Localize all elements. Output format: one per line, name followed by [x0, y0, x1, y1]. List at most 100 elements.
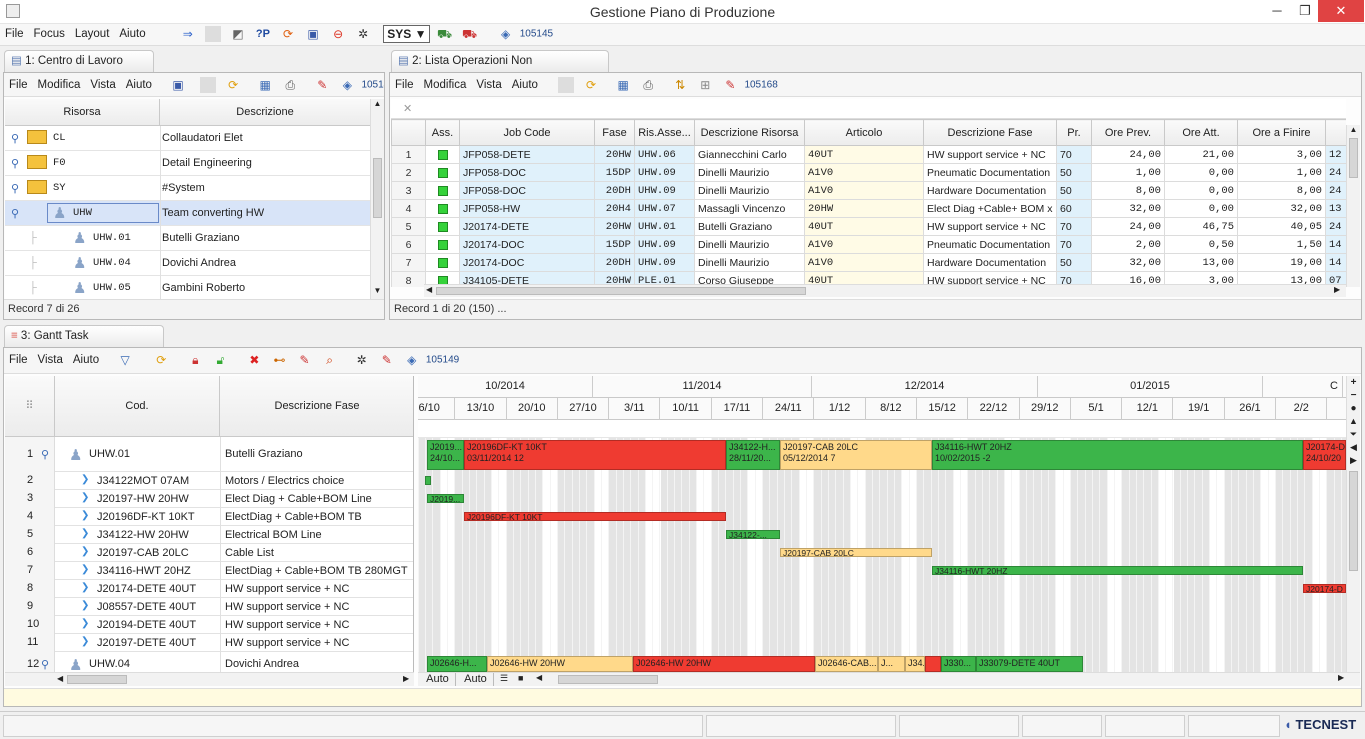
column-descrizione[interactable]: Descrizione: [160, 99, 370, 126]
gantt-summary-bar[interactable]: J20174-D 24/10/20: [1303, 440, 1346, 470]
zoom-in-icon[interactable]: +: [1347, 376, 1360, 389]
menu-file[interactable]: File: [0, 24, 29, 44]
print-icon[interactable]: ⎙: [282, 77, 298, 93]
scroll-thumb[interactable]: [436, 287, 806, 295]
tree-expand-icon[interactable]: ⚲: [41, 448, 49, 461]
menu-focus[interactable]: Focus: [29, 24, 70, 44]
p1-menu-modifica[interactable]: Modifica: [33, 73, 86, 96]
tree-expand-icon[interactable]: ⚲: [11, 132, 19, 145]
gantt-task-bar[interactable]: J20197-CAB 20LC: [780, 548, 932, 557]
p3-menu-aiuto[interactable]: Aiuto: [68, 348, 104, 372]
filter-icon[interactable]: ⏷: [1347, 428, 1360, 441]
column-header[interactable]: Ore Prev.: [1091, 119, 1165, 146]
scroll-right-icon[interactable]: ▶: [1338, 673, 1344, 682]
assigned-cell[interactable]: [425, 253, 460, 272]
tab-centro-di-lavoro[interactable]: ▤ 1: Centro di Lavoro: [4, 50, 154, 72]
column-header[interactable]: D: [1325, 119, 1346, 146]
stop-icon[interactable]: ⊖: [330, 26, 346, 42]
gantt-task-bar[interactable]: J...: [878, 656, 905, 672]
table-row[interactable]: 6 J20174-DOC 15DP UHW.09 Dinelli Maurizio A1V…: [391, 235, 1346, 254]
scroll-down-icon[interactable]: ▼: [371, 286, 384, 295]
truck-remove-icon[interactable]: ⛟: [462, 26, 478, 42]
gantt-summary-bar[interactable]: J34116-HWT 20HZ 10/02/2015 -2: [932, 440, 1303, 470]
tree-expand-icon[interactable]: ⚲: [41, 658, 49, 671]
scroll-up-icon[interactable]: ▲: [371, 99, 384, 108]
filter-icon[interactable]: ▽: [117, 352, 133, 368]
assigned-cell[interactable]: [425, 145, 460, 164]
up-icon[interactable]: ▲: [1347, 415, 1360, 428]
column-risorsa[interactable]: Risorsa: [5, 99, 160, 126]
tree-row[interactable]: ⚲ F0 Detail Engineering: [5, 151, 370, 176]
refresh-icon[interactable]: ⟳: [280, 26, 296, 42]
assigned-cell[interactable]: [425, 199, 460, 218]
column-header[interactable]: Ris.Asse...: [634, 119, 695, 146]
navigate-icon[interactable]: ⇒: [180, 26, 196, 42]
scroll-right-icon[interactable]: ▶: [1334, 285, 1340, 294]
gantt-grid-hscroll[interactable]: ◀ ▶: [5, 672, 414, 686]
gantt-task-bar[interactable]: J20196DF-KT 10KT: [464, 512, 726, 521]
table-row[interactable]: 3 JFP058-DOC 20DH UHW.09 Dinelli Maurizio A1V…: [391, 181, 1346, 200]
p3-menu-vista[interactable]: Vista: [33, 348, 68, 372]
gantt-task-bar[interactable]: J20174-D: [1303, 584, 1346, 593]
scroll-thumb[interactable]: [1349, 138, 1358, 178]
tab-lista-operazioni[interactable]: ▤ 2: Lista Operazioni Non Sequenziate: [391, 50, 609, 87]
assign-icon[interactable]: ✎: [297, 352, 313, 368]
column-header[interactable]: Descrizione Fase: [923, 119, 1057, 146]
delete-icon[interactable]: ✖: [246, 352, 262, 368]
gantt-task-row[interactable]: 10 ❯ J20194-DETE 40UT HW support service + …: [5, 616, 413, 634]
column-header[interactable]: Ore a Finire: [1237, 119, 1326, 146]
scroll-left-icon[interactable]: ◀: [57, 674, 63, 683]
tree-icon[interactable]: ⊞: [697, 77, 713, 93]
maximize-button[interactable]: ❐: [1290, 0, 1320, 22]
tree-row[interactable]: ⚲ ♟ UHW Team converting HW: [5, 201, 370, 226]
gantt-task-bar[interactable]: J34122-...: [726, 530, 780, 539]
panel2-horizontal-scrollbar[interactable]: ◀ ▶: [424, 284, 1346, 297]
gantt-summary-bar[interactable]: J20197-CAB 20LC 05/12/2014 7: [780, 440, 932, 470]
tree-row[interactable]: ├ ♟ UHW.04 Dovichi Andrea: [5, 251, 370, 276]
table-row[interactable]: 1 JFP058-DETE 20HW UHW.06 Giannecchini Carlo…: [391, 145, 1346, 164]
scroll-thumb[interactable]: [67, 675, 127, 684]
unlock-icon[interactable]: 🔓︎: [212, 352, 228, 368]
tree-row[interactable]: ⚲ CL Collaudatori Elet: [5, 126, 370, 151]
edit-icon[interactable]: ✎: [314, 77, 330, 93]
gear-icon[interactable]: ✲: [355, 26, 371, 42]
tree-expand-icon[interactable]: ⚲: [11, 157, 19, 170]
gantt-task-row[interactable]: 3 ❯ J20197-HW 20HW Elect Diag + Cable+BOM L…: [5, 490, 413, 508]
scroll-left-icon[interactable]: ◀: [426, 285, 432, 294]
column-cod[interactable]: Cod.: [55, 376, 220, 437]
gantt-task-row[interactable]: 11 ❯ J20197-DETE 40UT HW support service + …: [5, 634, 413, 652]
p3-menu-file[interactable]: File: [4, 348, 33, 372]
truck-icon[interactable]: ⛟: [437, 26, 453, 42]
table-row[interactable]: 7 J20174-DOC 20DH UHW.09 Dinelli Maurizio A1V…: [391, 253, 1346, 272]
column-header[interactable]: Ore Att.: [1164, 119, 1238, 146]
gantt-task-row[interactable]: 1 ⚲ ♟ UHW.01 Butelli Graziano: [5, 437, 413, 472]
gantt-task-row[interactable]: 7 ❯ J34116-HWT 20HZ ElectDiag + Cable+BOM T…: [5, 562, 413, 580]
scroll-thumb[interactable]: [373, 158, 382, 218]
auto-button-2[interactable]: Auto: [458, 673, 494, 686]
column-header[interactable]: Pr.: [1056, 119, 1092, 146]
refresh-icon[interactable]: ⟳: [583, 77, 599, 93]
grid-menu-icon[interactable]: ⠿: [5, 376, 55, 437]
panel1-vertical-scrollbar[interactable]: ▲ ▼: [370, 99, 384, 299]
gantt-task-bar[interactable]: J02646-CAB...: [815, 656, 878, 672]
p1-menu-aiuto[interactable]: Aiuto: [121, 73, 157, 96]
assign-icon[interactable]: ✎: [722, 77, 738, 93]
chart-icon[interactable]: ◩: [230, 26, 246, 42]
table-icon[interactable]: ▦: [615, 77, 631, 93]
column-header[interactable]: Articolo: [804, 119, 924, 146]
assigned-cell[interactable]: [425, 235, 460, 254]
tree-row[interactable]: ├ ♟ UHW.01 Butelli Graziano: [5, 226, 370, 251]
p2-menu-file[interactable]: File: [390, 73, 419, 96]
column-header[interactable]: Ass.: [425, 119, 460, 146]
save-icon[interactable]: ▣: [170, 77, 186, 93]
gear-icon[interactable]: ✲: [354, 352, 370, 368]
gantt-task-bar[interactable]: J34...: [905, 656, 925, 672]
table-row[interactable]: 5 J20174-DETE 20HW UHW.01 Butelli Graziano 40…: [391, 217, 1346, 236]
scroll-left-icon[interactable]: ◀: [1347, 441, 1360, 454]
gantt-summary-bar[interactable]: J34122-H... 28/11/20...: [726, 440, 780, 470]
column-header[interactable]: Descrizione Risorsa: [694, 119, 805, 146]
gantt-task-bar[interactable]: J02646-HW 20HW: [633, 656, 815, 672]
gantt-task-bar[interactable]: [925, 656, 941, 672]
gantt-task-row[interactable]: 12 ⚲ ♟ UHW.04 Dovichi Andrea: [5, 652, 413, 672]
minimize-button[interactable]: ─: [1262, 0, 1292, 22]
